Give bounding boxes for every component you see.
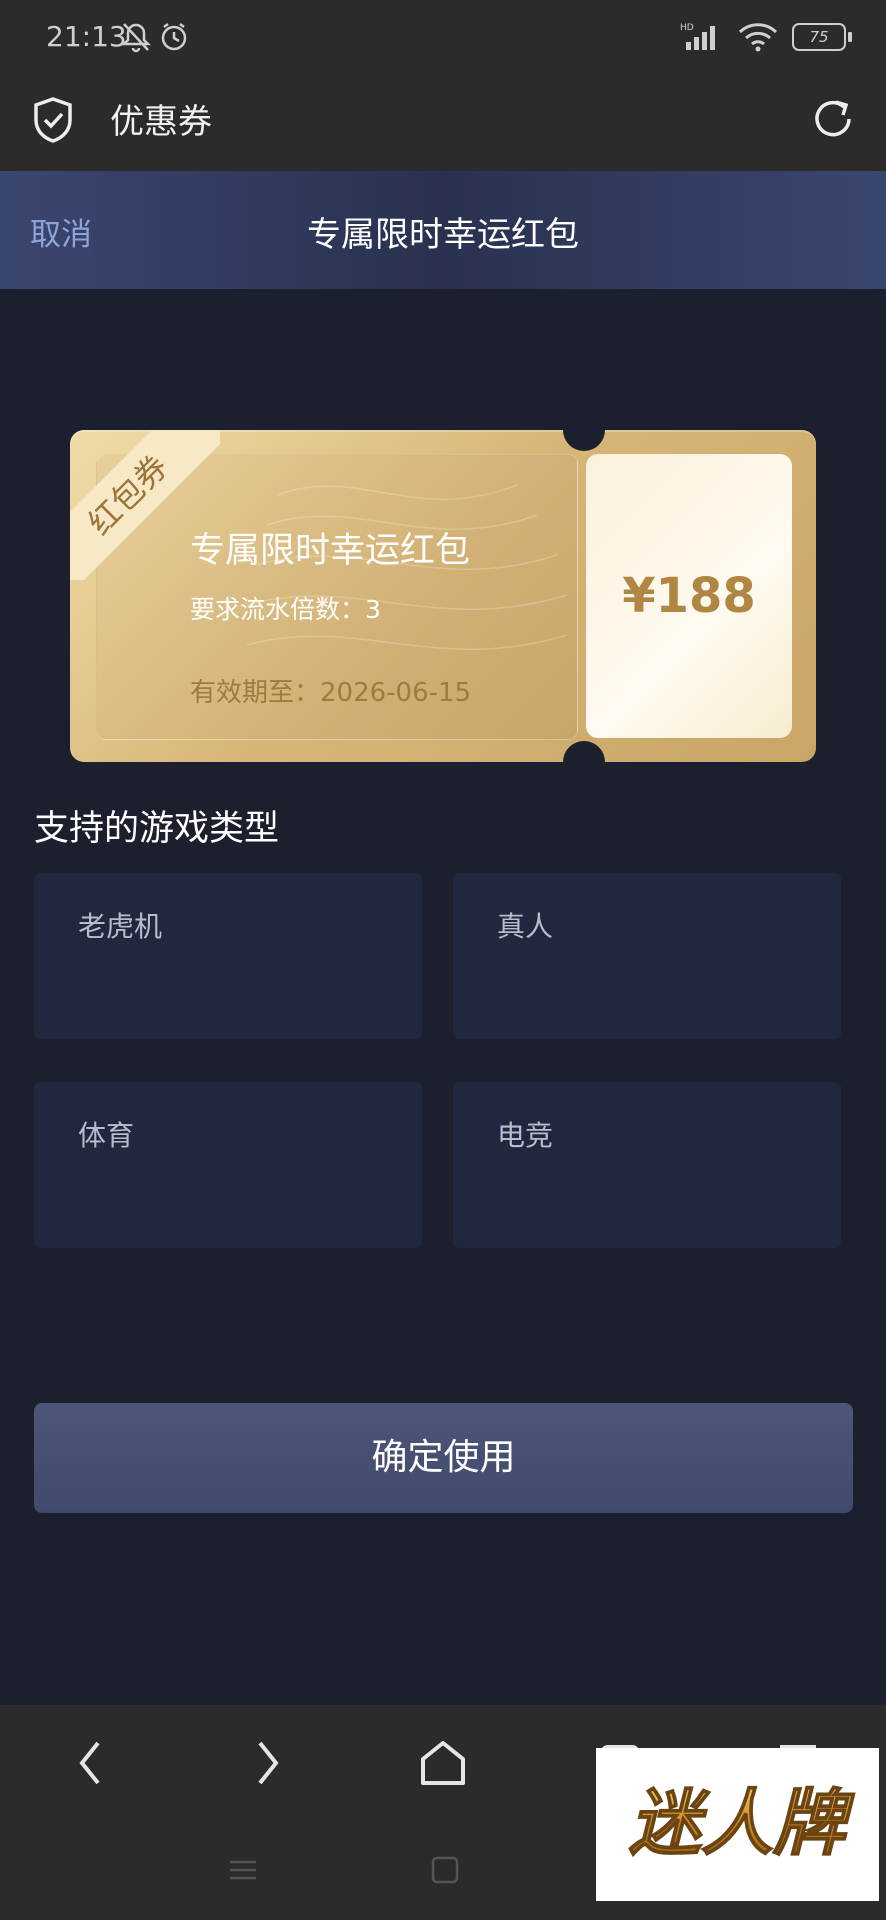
forward-icon[interactable] bbox=[250, 1735, 286, 1795]
game-type-label: 老虎机 bbox=[78, 910, 163, 943]
system-home-icon[interactable] bbox=[430, 1855, 460, 1889]
coupon-notch-top bbox=[563, 409, 605, 451]
watermark-logo: 迷人牌 bbox=[596, 1748, 879, 1901]
browser-title: 优惠券 bbox=[110, 102, 212, 142]
game-type-card[interactable]: 体育 bbox=[34, 1082, 422, 1248]
page-header: 取消 专属限时幸运红包 bbox=[0, 171, 886, 289]
bell-muted-icon bbox=[120, 23, 152, 53]
wifi-icon bbox=[738, 23, 778, 52]
shield-check-icon[interactable] bbox=[32, 96, 74, 148]
confirm-use-button[interactable]: 确定使用 bbox=[34, 1403, 853, 1513]
battery-icon: 75 bbox=[792, 23, 852, 51]
browser-bar: 优惠券 bbox=[0, 76, 886, 171]
status-icons-right: HD 75 bbox=[680, 22, 852, 52]
screen: 21:13 HD 75 优惠券 取消 专属限时幸运红包 红包券 专属限时幸运红包… bbox=[0, 0, 886, 1920]
refhttps://www.w3.org/2000/svg-icon[interactable] bbox=[812, 96, 856, 146]
page-title: 专属限时幸运红包 bbox=[307, 215, 579, 255]
games-section-title: 支持的游戏类型 bbox=[34, 809, 280, 849]
coupon-card: 红包券 专属限时幸运红包 要求流水倍数：3 有效期至：2026-06-15 ¥1… bbox=[70, 409, 816, 783]
system-menu-icon[interactable] bbox=[228, 1855, 258, 1889]
coupon-expiry: 有效期至：2026-06-15 bbox=[190, 678, 472, 708]
game-type-card[interactable]: 老虎机 bbox=[34, 873, 422, 1039]
coupon-amount: ¥188 bbox=[622, 568, 756, 624]
game-type-label: 真人 bbox=[497, 910, 554, 943]
back-icon[interactable] bbox=[72, 1735, 108, 1795]
status-bar: 21:13 HD 75 bbox=[0, 0, 886, 76]
status-icons-left bbox=[120, 20, 194, 58]
coupon-notch-bottom bbox=[563, 741, 605, 783]
alarm-icon bbox=[161, 23, 187, 51]
game-type-label: 体育 bbox=[78, 1119, 135, 1152]
coupon-requirement: 要求流水倍数：3 bbox=[190, 595, 381, 624]
watermark-text: 迷人牌 bbox=[629, 1781, 855, 1865]
hd-signal-icon: HD bbox=[680, 23, 715, 50]
home-icon[interactable] bbox=[418, 1735, 468, 1795]
coupon-name: 专属限时幸运红包 bbox=[190, 531, 471, 571]
game-type-label: 电竞 bbox=[497, 1119, 554, 1152]
svg-text:HD: HD bbox=[680, 23, 694, 33]
game-type-card[interactable]: 电竞 bbox=[453, 1082, 841, 1248]
status-time: 21:13 bbox=[46, 20, 127, 53]
game-type-card[interactable]: 真人 bbox=[453, 873, 841, 1039]
